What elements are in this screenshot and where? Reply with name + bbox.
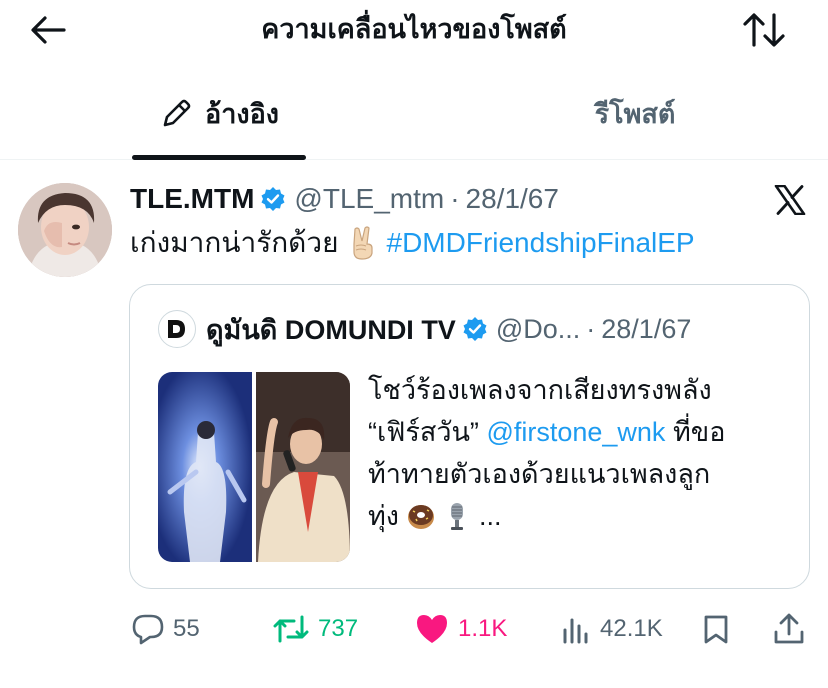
- active-tab-indicator: [132, 155, 306, 160]
- share-icon: [774, 613, 804, 644]
- like-button[interactable]: 1.1K: [414, 607, 507, 651]
- arrow-left-icon: [31, 16, 66, 44]
- tab-bar: อ้างอิง รีโพสต์: [0, 84, 828, 160]
- sort-button[interactable]: [738, 10, 790, 50]
- quoted-author-handle: @Do...: [495, 313, 581, 344]
- repost-count: 737: [318, 615, 359, 642]
- bookmark-button[interactable]: [700, 607, 740, 651]
- quoted-author-name: ดูมันดิ DOMUNDI TV: [206, 314, 456, 345]
- victory-hand-emoji: [352, 226, 373, 260]
- post-author-line: TLE.MTM @TLE_mtm · 28/1/67: [130, 181, 559, 217]
- quoted-media-thumbnail[interactable]: [158, 372, 350, 562]
- quoted-text-segment: “เฟิร์สวัน”: [368, 417, 479, 447]
- quoted-post-text: โชว์ร้องเพลงจากเสียงทรงพลัง “เฟิร์สวัน” …: [368, 369, 788, 537]
- back-button[interactable]: [26, 10, 70, 50]
- tab-quotes[interactable]: อ้างอิง: [132, 84, 306, 160]
- sort-arrows-icon: [743, 13, 785, 47]
- share-button[interactable]: [772, 607, 814, 651]
- separator-dot: ·: [586, 313, 596, 344]
- tab-quotes-label: อ้างอิง: [205, 99, 279, 129]
- post-card[interactable]: TLE.MTM @TLE_mtm · 28/1/67 เก่งมากน่ารัก…: [0, 161, 828, 688]
- avatar-image: [18, 183, 112, 277]
- quoted-avatar[interactable]: [158, 310, 196, 348]
- hashtag-link[interactable]: #DMDFriendshipFinalEP: [387, 225, 695, 261]
- like-count: 1.1K: [458, 615, 508, 642]
- x-logo-icon[interactable]: [774, 185, 806, 215]
- pencil-icon: [163, 99, 191, 127]
- verified-badge-icon: [261, 187, 285, 211]
- reply-icon: [132, 614, 164, 645]
- repost-button[interactable]: 737: [272, 607, 358, 651]
- quoted-text-line: ทุ่ง ...: [368, 495, 788, 537]
- performance-photo: [158, 372, 350, 562]
- bookmark-icon: [704, 615, 728, 644]
- quoted-text-segment: ที่ขอ: [672, 417, 726, 447]
- author-name[interactable]: TLE.MTM: [130, 183, 254, 215]
- author-handle[interactable]: @TLE_mtm: [294, 183, 444, 215]
- post-date[interactable]: 28/1/67: [466, 183, 559, 215]
- mention-link[interactable]: @firstone_wnk: [486, 411, 665, 453]
- bar-chart-icon: [563, 618, 588, 644]
- quoted-post[interactable]: ดูมันดิ DOMUNDI TV @Do... · 28/1/67 โชว์…: [129, 284, 810, 589]
- domundi-logo-icon: [168, 320, 185, 338]
- view-count: 42.1K: [600, 615, 663, 642]
- quoted-text-line: “เฟิร์สวัน” @firstone_wnk ที่ขอ: [368, 411, 788, 453]
- quoted-text-segment: ...: [478, 501, 502, 531]
- verified-badge-icon: [463, 317, 487, 341]
- reply-button[interactable]: 55: [131, 607, 200, 651]
- action-bar: 55 737 1.1K 42.1K: [0, 607, 828, 651]
- donut-emoji: [407, 505, 434, 529]
- page-title: ความเคลื่อนไหวของโพสต์: [261, 14, 567, 44]
- post-text-content: เก่งมากน่ารักด้วย: [130, 227, 339, 258]
- quoted-text-segment: ทุ่ง: [368, 501, 399, 531]
- separator-dot: ·: [450, 183, 460, 214]
- heart-icon: [417, 615, 447, 643]
- post-text: เก่งมากน่ารักด้วย #DMDFriendshipFinalEP: [130, 225, 695, 261]
- quoted-author-line: ดูมันดิ DOMUNDI TV @Do... · 28/1/67: [158, 309, 691, 349]
- views-button[interactable]: 42.1K: [560, 607, 663, 651]
- quoted-text-line: โชว์ร้องเพลงจากเสียงทรงพลัง: [368, 375, 712, 405]
- avatar[interactable]: [18, 183, 112, 277]
- reply-count: 55: [173, 615, 200, 642]
- repost-icon: [273, 615, 309, 643]
- top-bar: ความเคลื่อนไหวของโพสต์: [0, 0, 828, 58]
- quoted-post-date: 28/1/67: [601, 313, 692, 344]
- quoted-text-line: ท้าทายตัวเองด้วยแนวเพลงลูก: [368, 459, 711, 489]
- microphone-emoji: [450, 503, 463, 530]
- tab-reposts-label: รีโพสต์: [594, 99, 676, 129]
- tab-reposts[interactable]: รีโพสต์: [520, 84, 750, 160]
